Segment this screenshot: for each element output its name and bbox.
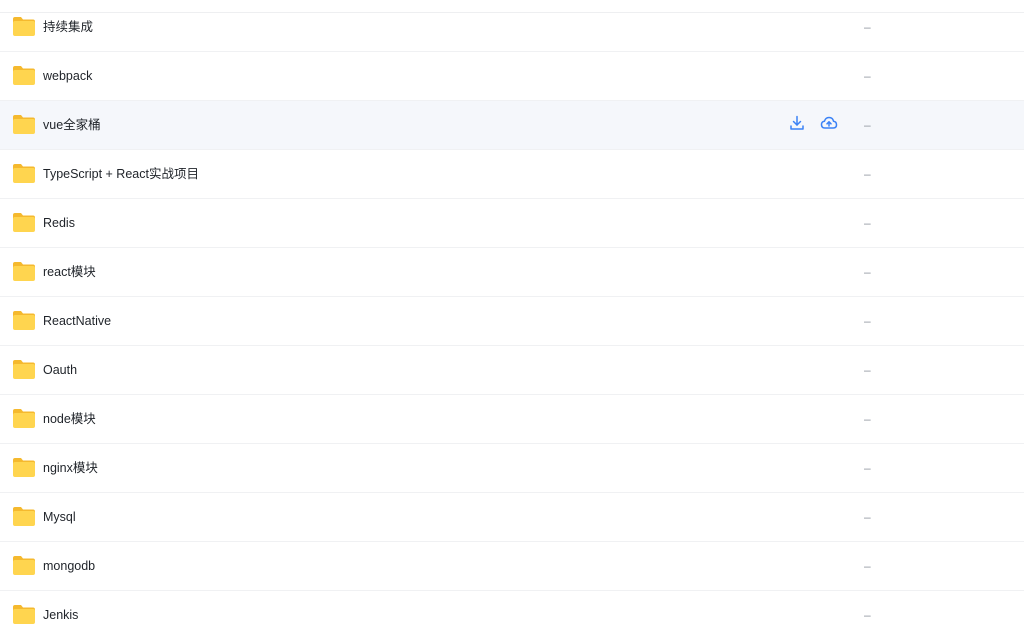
- file-row[interactable]: vue全家桶 –: [0, 101, 1024, 150]
- file-row[interactable]: node模块 –: [0, 395, 1024, 444]
- list-header: [0, 0, 1024, 2]
- file-size: –: [864, 216, 871, 230]
- file-row[interactable]: nginx模块 –: [0, 444, 1024, 493]
- file-row[interactable]: Jenkis –: [0, 591, 1024, 636]
- file-row[interactable]: Oauth –: [0, 346, 1024, 395]
- file-row[interactable]: Mysql –: [0, 493, 1024, 542]
- folder-icon: [12, 554, 36, 576]
- row-actions: [788, 114, 838, 134]
- file-name[interactable]: Oauth: [43, 346, 77, 394]
- file-row[interactable]: Redis –: [0, 199, 1024, 248]
- file-name[interactable]: 持续集成: [43, 3, 93, 51]
- folder-icon: [12, 162, 36, 184]
- file-name[interactable]: node模块: [43, 395, 96, 443]
- folder-icon: [12, 505, 36, 527]
- file-row[interactable]: 持续集成 –: [0, 3, 1024, 52]
- file-row[interactable]: ReactNative –: [0, 297, 1024, 346]
- file-size: –: [864, 510, 871, 524]
- cloud-upload-icon[interactable]: [820, 114, 838, 132]
- folder-icon: [12, 309, 36, 331]
- file-size: –: [864, 20, 871, 34]
- file-row[interactable]: react模块 –: [0, 248, 1024, 297]
- file-name[interactable]: Redis: [43, 199, 75, 247]
- folder-icon: [12, 211, 36, 233]
- file-name[interactable]: ReactNative: [43, 297, 111, 345]
- folder-icon: [12, 358, 36, 380]
- file-name[interactable]: nginx模块: [43, 444, 98, 492]
- file-name[interactable]: vue全家桶: [43, 101, 101, 149]
- folder-icon: [12, 603, 36, 625]
- folder-icon: [12, 113, 36, 135]
- folder-icon: [12, 260, 36, 282]
- file-name[interactable]: Jenkis: [43, 591, 78, 636]
- file-name[interactable]: mongodb: [43, 542, 95, 590]
- file-name[interactable]: TypeScript + React实战项目: [43, 150, 199, 198]
- file-size: –: [864, 69, 871, 83]
- folder-icon: [12, 15, 36, 37]
- folder-icon: [12, 64, 36, 86]
- file-name[interactable]: react模块: [43, 248, 96, 296]
- file-name[interactable]: Mysql: [43, 493, 76, 541]
- file-size: –: [864, 608, 871, 622]
- file-size: –: [864, 167, 871, 181]
- file-browser: 持续集成 – webpack – vue全家桶 – TypeScript + R…: [0, 0, 1024, 636]
- file-list: 持续集成 – webpack – vue全家桶 – TypeScript + R…: [0, 3, 1024, 636]
- file-row[interactable]: webpack –: [0, 52, 1024, 101]
- file-size: –: [864, 314, 871, 328]
- file-size: –: [864, 265, 871, 279]
- file-size: –: [864, 118, 871, 132]
- file-size: –: [864, 461, 871, 475]
- folder-icon: [12, 456, 36, 478]
- folder-icon: [12, 407, 36, 429]
- file-size: –: [864, 559, 871, 573]
- file-size: –: [864, 363, 871, 377]
- file-size: –: [864, 412, 871, 426]
- file-name[interactable]: webpack: [43, 52, 92, 100]
- file-row[interactable]: mongodb –: [0, 542, 1024, 591]
- file-row[interactable]: TypeScript + React实战项目 –: [0, 150, 1024, 199]
- download-icon[interactable]: [788, 114, 806, 132]
